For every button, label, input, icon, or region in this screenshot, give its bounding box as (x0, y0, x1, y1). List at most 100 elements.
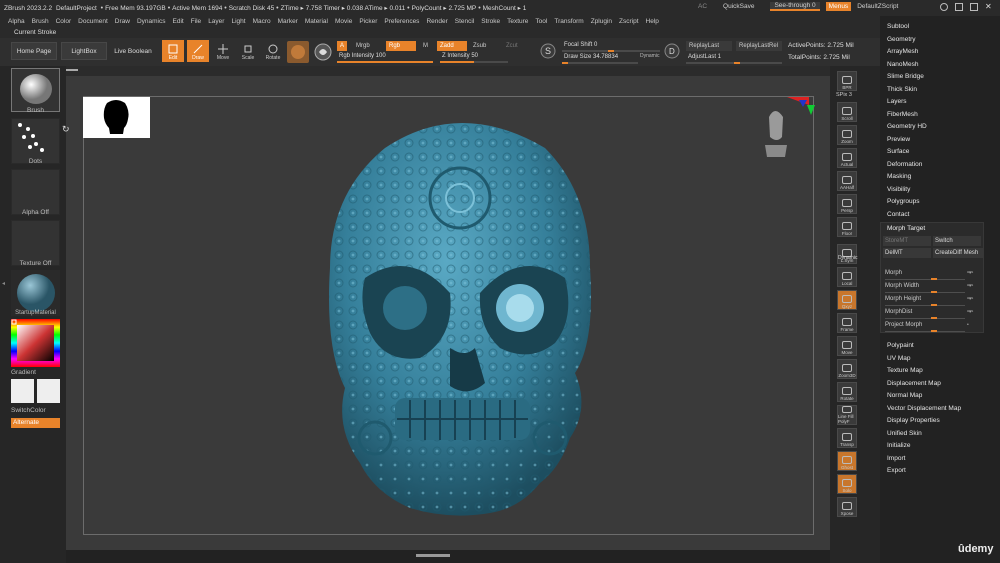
shelf-ghost-button[interactable]: Ghost (837, 451, 857, 471)
a-toggle[interactable]: A (337, 41, 348, 51)
spix-slider[interactable]: SPix 3 (836, 92, 852, 98)
menu-edit[interactable]: Edit (173, 18, 184, 25)
switch-color-button[interactable]: SwitchColor (11, 407, 60, 414)
menu-light[interactable]: Light (231, 18, 245, 25)
restore-icon[interactable] (970, 3, 978, 11)
minimize-icon[interactable] (940, 3, 948, 11)
menu-brush[interactable]: Brush (32, 18, 49, 25)
replay-last-button[interactable]: ReplayLast (686, 41, 732, 51)
morph-dist-slider[interactable]: MorphDist (885, 309, 965, 319)
tool-menu-vector-displacement-map[interactable]: Vector Displacement Map (887, 405, 961, 412)
zcut-toggle[interactable]: Zcut (503, 41, 521, 51)
menu-material[interactable]: Material (305, 18, 328, 25)
tool-menu-polypaint[interactable]: Polypaint (887, 342, 914, 349)
menu-stencil[interactable]: Stencil (455, 18, 475, 25)
stroke-s-button[interactable]: S (540, 43, 556, 59)
tool-menu-normal-map[interactable]: Normal Map (887, 392, 922, 399)
secondary-color-swatch[interactable] (37, 379, 60, 403)
project-morph-slider[interactable]: Project Morph (885, 322, 965, 332)
menu-layer[interactable]: Layer (208, 18, 224, 25)
tool-menu-arraymesh[interactable]: ArrayMesh (887, 48, 918, 55)
menu-texture[interactable]: Texture (507, 18, 528, 25)
tool-menu-uv-map[interactable]: UV Map (887, 355, 910, 362)
tool-menu-nanomesh[interactable]: NanoMesh (887, 61, 918, 68)
tool-menu-displacement-map[interactable]: Displacement Map (887, 380, 941, 387)
menu-color[interactable]: Color (56, 18, 72, 25)
tool-menu-import[interactable]: Import (887, 455, 905, 462)
zadd-toggle[interactable]: Zadd (437, 41, 467, 51)
tool-menu-geometry-hd[interactable]: Geometry HD (887, 123, 927, 130)
z-intensity-slider[interactable]: Z Intensity 50 (440, 52, 508, 63)
view-gizmo[interactable] (755, 97, 815, 163)
menu-draw[interactable]: Draw (115, 18, 130, 25)
tool-menu-display-properties[interactable]: Display Properties (887, 417, 940, 424)
project-morph-dot-icon[interactable]: • (967, 322, 969, 328)
replay-last-rel-button[interactable]: ReplayLastRel (736, 41, 782, 51)
color-picker[interactable] (11, 319, 60, 367)
main-color-swatch[interactable] (11, 379, 34, 403)
move-button[interactable]: Move (212, 40, 234, 62)
spotlight-button[interactable] (314, 43, 332, 61)
tool-menu-contact[interactable]: Contact (887, 211, 909, 218)
menu-preferences[interactable]: Preferences (384, 18, 419, 25)
morph-width-options-icon[interactable]: ᵃ▾ᵉ (967, 283, 973, 289)
tool-menu-visibility[interactable]: Visibility (887, 186, 910, 193)
ac-label[interactable]: AC (698, 3, 707, 10)
focal-shift-slider[interactable]: Focal Shift 0 (562, 41, 660, 52)
draw-button[interactable]: Draw (187, 40, 209, 62)
menu-alpha[interactable]: Alpha (8, 18, 25, 25)
shelf-floor-button[interactable]: Floor (837, 217, 857, 237)
shelf-zoom-button[interactable]: Zoom (837, 125, 857, 145)
menu-file[interactable]: File (191, 18, 201, 25)
tool-menu-polygroups[interactable]: Polygroups (887, 198, 920, 205)
switch-button[interactable]: Switch (933, 236, 981, 246)
default-zscript-button[interactable]: DefaultZScript (857, 3, 898, 10)
menu-render[interactable]: Render (426, 18, 447, 25)
tool-menu-thick-skin[interactable]: Thick Skin (887, 86, 917, 93)
menu-zscript[interactable]: Zscript (619, 18, 639, 25)
morph-slider[interactable]: Morph (885, 270, 965, 280)
bottom-handle[interactable] (416, 554, 450, 557)
rgb-intensity-slider[interactable]: Rgb Intensity 100 (337, 52, 433, 63)
shelf-zoom3d-button[interactable]: Zoom3D (837, 359, 857, 379)
shelf-actual-button[interactable]: Actual (837, 148, 857, 168)
dynamic-d-button[interactable]: D (664, 43, 680, 59)
morph-height-options-icon[interactable]: ᵃ▾ᵉ (967, 296, 973, 302)
lightbox-button[interactable]: LightBox (61, 42, 107, 60)
tool-menu-deformation[interactable]: Deformation (887, 161, 922, 168)
shelf-line-fill-polyf-button[interactable]: Line Fill PolyF (837, 405, 857, 425)
tool-menu-subtool[interactable]: Subtool (887, 23, 909, 30)
shelf-transp-button[interactable]: Transp (837, 428, 857, 448)
shelf-solo-button[interactable]: Solo (837, 474, 857, 494)
m-toggle[interactable]: M (420, 41, 431, 51)
tool-menu-surface[interactable]: Surface (887, 148, 909, 155)
storemt-button[interactable]: StoreMT (883, 236, 931, 246)
shelf-l-sym-button[interactable]: L.Sym (837, 244, 857, 264)
collapse-left-arrow-icon[interactable]: ◂ (2, 280, 7, 288)
material-swatch-button[interactable] (287, 41, 309, 63)
creatediff-mesh-button[interactable]: CreateDiff Mesh (933, 248, 983, 258)
refresh-icon[interactable]: ↻ (62, 124, 70, 135)
zsub-toggle[interactable]: Zsub (470, 41, 489, 51)
menu-marker[interactable]: Marker (278, 18, 298, 25)
home-page-button[interactable]: Home Page (11, 42, 57, 60)
menu-picker[interactable]: Picker (359, 18, 377, 25)
menus-button[interactable]: Menus (825, 2, 852, 11)
edit-button[interactable]: Edit (162, 40, 184, 62)
menu-transform[interactable]: Transform (554, 18, 583, 25)
maximize-icon[interactable] (955, 3, 963, 11)
shelf-scroll-button[interactable]: Scroll (837, 102, 857, 122)
navigator-thumbnail[interactable] (83, 97, 150, 138)
shelf-aahalf-button[interactable]: AAHalf (837, 171, 857, 191)
menu-document[interactable]: Document (78, 18, 108, 25)
menu-movie[interactable]: Movie (335, 18, 352, 25)
shelf-frame-button[interactable]: Frame (837, 313, 857, 333)
see-through-slider[interactable]: See-through 0 (770, 2, 820, 11)
mrgb-toggle[interactable]: Mrgb (353, 41, 373, 51)
viewport-handle[interactable] (66, 69, 78, 71)
morph-height-slider[interactable]: Morph Height (885, 296, 965, 306)
shelf-rotate-button[interactable]: Rotate (837, 382, 857, 402)
tool-menu-unified-skin[interactable]: Unified Skin (887, 430, 922, 437)
menu-dynamics[interactable]: Dynamics (137, 18, 166, 25)
morph-width-slider[interactable]: Morph Width (885, 283, 965, 293)
